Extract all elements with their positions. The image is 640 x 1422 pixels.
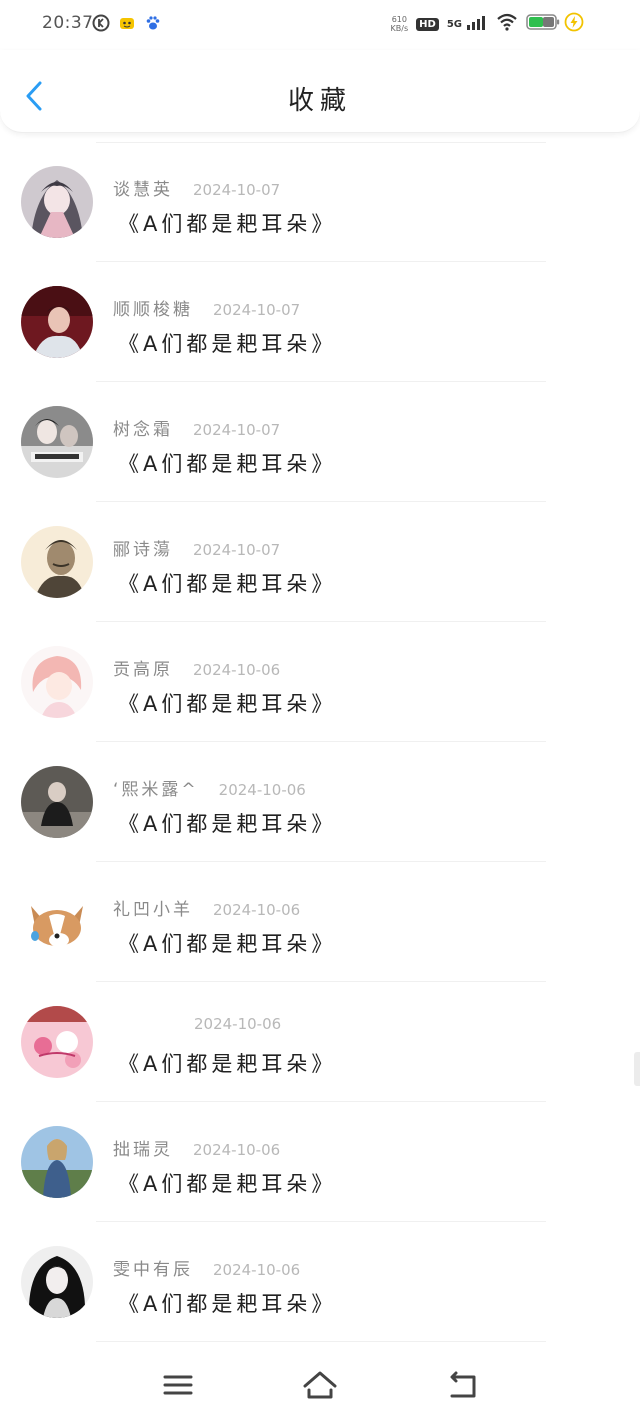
item-name[interactable]: 顺顺梭糖 <box>113 295 193 320</box>
status-app-icons <box>92 14 162 36</box>
item-meta: 礼凹小羊 2024-10-06 <box>113 895 300 920</box>
item-date: 2024-10-07 <box>213 301 301 319</box>
item-title[interactable]: 《A们都是耙耳朵》 <box>118 208 336 238</box>
net-speed-value: 610 <box>391 15 407 24</box>
avatar[interactable] <box>21 1246 93 1318</box>
avatar[interactable] <box>21 646 93 718</box>
net-speed: 610 KB/s <box>391 15 409 33</box>
item-name[interactable]: 谈慧英 <box>113 175 173 200</box>
item-date: 2024-10-07 <box>193 541 281 559</box>
favorites-list: 谈慧英 2024-10-07 《A们都是耙耳朵》 顺顺梭糖 2024-10-07… <box>0 142 640 1342</box>
avatar[interactable] <box>21 286 93 358</box>
status-right-group: 610 KB/s HD 5G <box>391 12 584 36</box>
list-item[interactable]: 拙瑞灵 2024-10-06 《A们都是耙耳朵》 <box>0 1102 640 1222</box>
item-title[interactable]: 《A们都是耙耳朵》 <box>118 328 336 358</box>
item-date: 2024-10-07 <box>193 421 281 439</box>
item-meta: 拙瑞灵 2024-10-06 <box>113 1135 280 1160</box>
status-bar: 20:37 610 KB/s HD 5G <box>0 0 640 50</box>
item-name[interactable]: 拙瑞灵 <box>113 1135 173 1160</box>
charging-icon <box>564 12 584 36</box>
battery-icon <box>526 13 560 35</box>
item-meta: 贡高原 2024-10-06 <box>113 655 280 680</box>
item-date: 2024-10-06 <box>193 661 281 679</box>
signal-icon <box>466 14 488 34</box>
item-name[interactable]: 贡高原 <box>113 655 173 680</box>
network-type: 5G <box>446 18 462 30</box>
scrollbar[interactable] <box>634 1052 640 1086</box>
k-app-icon <box>92 14 110 36</box>
wifi-icon <box>496 13 518 35</box>
item-title[interactable]: 《A们都是耙耳朵》 <box>118 928 336 958</box>
item-title[interactable]: 《A们都是耙耳朵》 <box>118 1048 336 1078</box>
avatar[interactable] <box>21 766 93 838</box>
back-icon <box>442 1371 482 1406</box>
avatar[interactable] <box>21 166 93 238</box>
list-item[interactable]: ‘熙米露^ 2024-10-06 《A们都是耙耳朵》 <box>0 742 640 862</box>
home-button[interactable] <box>300 1368 340 1402</box>
item-meta: 谈慧英 2024-10-07 <box>113 175 280 200</box>
item-date: 2024-10-07 <box>193 181 281 199</box>
list-item[interactable]: 雯中有辰 2024-10-06 《A们都是耙耳朵》 <box>0 1222 640 1342</box>
item-meta: 2024-10-06 <box>174 1015 281 1033</box>
avatar[interactable] <box>21 1126 93 1198</box>
list-item[interactable]: 贡高原 2024-10-06 《A们都是耙耳朵》 <box>0 622 640 742</box>
divider <box>96 1341 546 1342</box>
home-icon <box>300 1371 340 1406</box>
item-title[interactable]: 《A们都是耙耳朵》 <box>118 568 336 598</box>
list-item[interactable]: 谈慧英 2024-10-07 《A们都是耙耳朵》 <box>0 142 640 262</box>
item-date: 2024-10-06 <box>218 781 306 799</box>
list-item[interactable]: 顺顺梭糖 2024-10-07 《A们都是耙耳朵》 <box>0 262 640 382</box>
list-item[interactable]: 树念霜 2024-10-07 《A们都是耙耳朵》 <box>0 382 640 502</box>
item-meta: 雯中有辰 2024-10-06 <box>113 1255 300 1280</box>
item-date: 2024-10-06 <box>213 1261 301 1279</box>
item-meta: ‘熙米露^ 2024-10-06 <box>113 775 306 800</box>
page-title: 收藏 <box>287 86 352 116</box>
list-item[interactable]: 郦诗蕩 2024-10-07 《A们都是耙耳朵》 <box>0 502 640 622</box>
item-meta: 顺顺梭糖 2024-10-07 <box>113 295 300 320</box>
smiley-app-icon <box>118 14 136 36</box>
list-item[interactable]: 礼凹小羊 2024-10-06 《A们都是耙耳朵》 <box>0 862 640 982</box>
avatar[interactable] <box>21 1006 93 1078</box>
item-title[interactable]: 《A们都是耙耳朵》 <box>118 448 336 478</box>
header: 收藏 <box>0 50 640 133</box>
item-name[interactable]: 雯中有辰 <box>113 1255 193 1280</box>
item-title[interactable]: 《A们都是耙耳朵》 <box>118 1288 336 1318</box>
item-meta: 树念霜 2024-10-07 <box>113 415 280 440</box>
item-title[interactable]: 《A们都是耙耳朵》 <box>118 1168 336 1198</box>
back-nav-button[interactable] <box>442 1368 482 1402</box>
item-title[interactable]: 《A们都是耙耳朵》 <box>118 688 336 718</box>
avatar[interactable] <box>21 526 93 598</box>
status-time: 20:37 <box>42 13 94 33</box>
item-name[interactable]: 树念霜 <box>113 415 173 440</box>
item-meta: 郦诗蕩 2024-10-07 <box>113 535 280 560</box>
net-speed-unit: KB/s <box>390 24 409 33</box>
avatar[interactable] <box>21 886 93 958</box>
hd-icon: HD <box>416 17 439 31</box>
item-date: 2024-10-06 <box>193 1141 281 1159</box>
menu-button[interactable] <box>158 1368 198 1402</box>
avatar[interactable] <box>21 406 93 478</box>
list-item[interactable]: 2024-10-06 《A们都是耙耳朵》 <box>0 982 640 1102</box>
system-nav-bar <box>0 1344 640 1422</box>
item-name[interactable]: 郦诗蕩 <box>113 535 173 560</box>
item-name[interactable]: 礼凹小羊 <box>113 895 193 920</box>
item-date: 2024-10-06 <box>194 1015 282 1033</box>
menu-icon <box>158 1375 198 1406</box>
battery-group <box>526 12 584 36</box>
item-name[interactable]: ‘熙米露^ <box>113 775 199 800</box>
item-title[interactable]: 《A们都是耙耳朵》 <box>118 808 336 838</box>
paw-app-icon <box>144 14 162 36</box>
item-date: 2024-10-06 <box>213 901 301 919</box>
